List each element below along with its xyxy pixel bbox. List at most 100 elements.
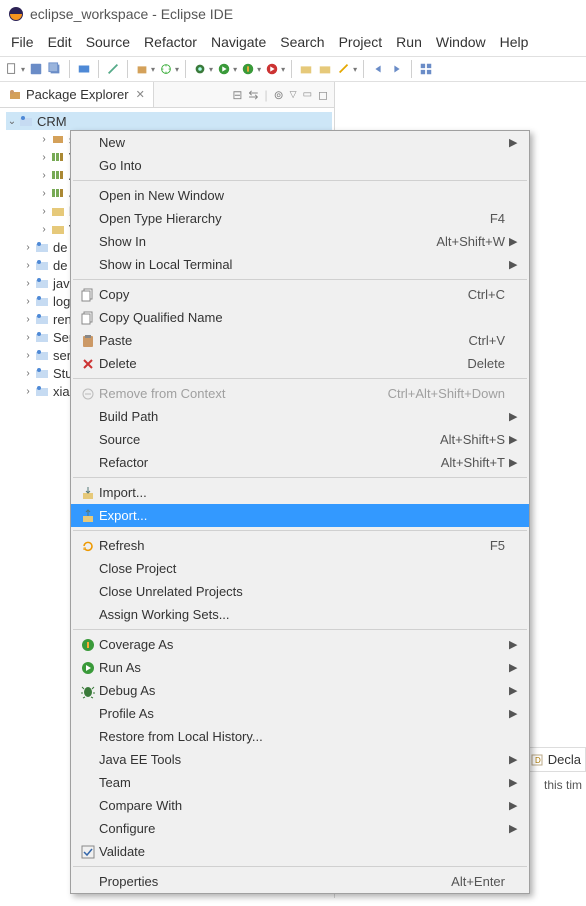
dropdown-arrow-icon[interactable]: ▾ [281, 65, 285, 74]
context-shortcut: Ctrl+C [468, 287, 509, 302]
step-icon[interactable] [370, 61, 386, 77]
step2-icon[interactable] [389, 61, 405, 77]
context-item-coverage-as[interactable]: Coverage As ▶ [71, 633, 529, 656]
context-item-open-in-new-window[interactable]: Open in New Window [71, 184, 529, 207]
expand-icon[interactable]: ⌄ [6, 116, 18, 127]
menu-edit[interactable]: Edit [41, 30, 79, 54]
context-item-java-ee-tools[interactable]: Java EE Tools ▶ [71, 748, 529, 771]
context-item-go-into[interactable]: Go Into [71, 154, 529, 177]
context-label: Open Type Hierarchy [99, 211, 490, 226]
context-label: Go Into [99, 158, 509, 173]
pen-icon[interactable] [336, 61, 352, 77]
separator [411, 60, 412, 78]
context-item-close-project[interactable]: Close Project [71, 557, 529, 580]
separator [73, 629, 527, 630]
external-icon[interactable] [264, 61, 280, 77]
folder1-icon[interactable] [298, 61, 314, 77]
context-label: Profile As [99, 706, 509, 721]
debug-icon[interactable] [192, 61, 208, 77]
separator [69, 60, 70, 78]
check-icon [77, 844, 99, 860]
maximize-icon[interactable]: ◻ [318, 88, 328, 102]
menu-run[interactable]: Run [389, 30, 429, 54]
new-icon[interactable] [4, 61, 20, 77]
context-item-open-type-hierarchy[interactable]: Open Type Hierarchy F4 [71, 207, 529, 230]
context-item-configure[interactable]: Configure ▶ [71, 817, 529, 840]
context-item-compare-with[interactable]: Compare With ▶ [71, 794, 529, 817]
dropdown-arrow-icon[interactable]: ▾ [233, 65, 237, 74]
paste-icon [77, 333, 99, 349]
dropdown-arrow-icon[interactable]: ▾ [151, 65, 155, 74]
minimize-icon[interactable]: ▭ [303, 89, 312, 100]
context-item-delete[interactable]: Delete Delete [71, 352, 529, 375]
close-icon[interactable]: ✕ [136, 88, 145, 101]
export-icon [77, 508, 99, 524]
folder2-icon[interactable] [317, 61, 333, 77]
menu-window[interactable]: Window [429, 30, 493, 54]
submenu-arrow-icon: ▶ [509, 433, 523, 446]
dropdown-arrow-icon[interactable]: ▾ [175, 65, 179, 74]
context-item-build-path[interactable]: Build Path ▶ [71, 405, 529, 428]
save-icon[interactable] [28, 61, 44, 77]
context-item-assign-working-sets[interactable]: Assign Working Sets... [71, 603, 529, 626]
dropdown-arrow-icon[interactable]: ▾ [257, 65, 261, 74]
save-all-icon[interactable] [47, 61, 63, 77]
context-item-refactor[interactable]: Refactor Alt+Shift+T▶ [71, 451, 529, 474]
context-item-properties[interactable]: Properties Alt+Enter [71, 870, 529, 893]
focus-icon[interactable]: ⊚ [274, 88, 284, 102]
submenu-arrow-icon: ▶ [509, 661, 523, 674]
context-item-profile-as[interactable]: Profile As ▶ [71, 702, 529, 725]
menu-file[interactable]: File [4, 30, 41, 54]
separator [73, 477, 527, 478]
context-item-close-unrelated-projects[interactable]: Close Unrelated Projects [71, 580, 529, 603]
submenu-arrow-icon: ▶ [509, 235, 523, 248]
context-item-source[interactable]: Source Alt+Shift+S▶ [71, 428, 529, 451]
context-item-export[interactable]: Export... [71, 504, 529, 527]
link-editor-icon[interactable]: ⇆ [248, 88, 258, 102]
grid-icon[interactable] [418, 61, 434, 77]
dropdown-arrow-icon[interactable]: ▾ [209, 65, 213, 74]
wand-icon[interactable] [105, 61, 121, 77]
context-item-validate[interactable]: Validate [71, 840, 529, 863]
context-label: Configure [99, 821, 509, 836]
context-item-run-as[interactable]: Run As ▶ [71, 656, 529, 679]
toggle-icon[interactable] [76, 61, 92, 77]
context-label: Refactor [99, 455, 441, 470]
context-item-new[interactable]: New ▶ [71, 131, 529, 154]
context-label: Copy [99, 287, 468, 302]
context-item-team[interactable]: Team ▶ [71, 771, 529, 794]
context-item-show-in-local-terminal[interactable]: Show in Local Terminal ▶ [71, 253, 529, 276]
context-label: Compare With [99, 798, 509, 813]
context-item-remove-from-context[interactable]: Remove from Context Ctrl+Alt+Shift+Down [71, 382, 529, 405]
context-shortcut: F4 [490, 211, 509, 226]
menu-refactor[interactable]: Refactor [137, 30, 204, 54]
tree-item-crm[interactable]: ⌄ CRM [6, 112, 332, 130]
coverage-icon[interactable] [240, 61, 256, 77]
context-item-copy-qualified-name[interactable]: Copy Qualified Name [71, 306, 529, 329]
dropdown-arrow-icon[interactable]: ▾ [353, 65, 357, 74]
menu-source[interactable]: Source [79, 30, 137, 54]
menu-project[interactable]: Project [332, 30, 390, 54]
context-item-import[interactable]: Import... [71, 481, 529, 504]
context-item-debug-as[interactable]: Debug As ▶ [71, 679, 529, 702]
menu-navigate[interactable]: Navigate [204, 30, 273, 54]
view-menu-icon[interactable]: ▽ [290, 89, 297, 100]
build-icon[interactable] [158, 61, 174, 77]
menu-help[interactable]: Help [493, 30, 536, 54]
context-label: Delete [99, 356, 467, 371]
declaration-tab[interactable]: D Decla [525, 747, 586, 772]
package-explorer-tab[interactable]: Package Explorer ✕ [0, 82, 154, 107]
collapse-all-icon[interactable]: ⊟ [232, 88, 242, 102]
context-item-paste[interactable]: Paste Ctrl+V [71, 329, 529, 352]
run-icon[interactable] [216, 61, 232, 77]
dropdown-arrow-icon[interactable]: ▾ [21, 65, 25, 74]
menu-bar: File Edit Source Refactor Navigate Searc… [0, 28, 586, 56]
context-item-show-in[interactable]: Show In Alt+Shift+W▶ [71, 230, 529, 253]
submenu-arrow-icon: ▶ [509, 799, 523, 812]
context-item-copy[interactable]: Copy Ctrl+C [71, 283, 529, 306]
context-label: Show in Local Terminal [99, 257, 509, 272]
context-item-restore-from-local-history[interactable]: Restore from Local History... [71, 725, 529, 748]
package-icon[interactable] [134, 61, 150, 77]
menu-search[interactable]: Search [273, 30, 331, 54]
context-item-refresh[interactable]: Refresh F5 [71, 534, 529, 557]
